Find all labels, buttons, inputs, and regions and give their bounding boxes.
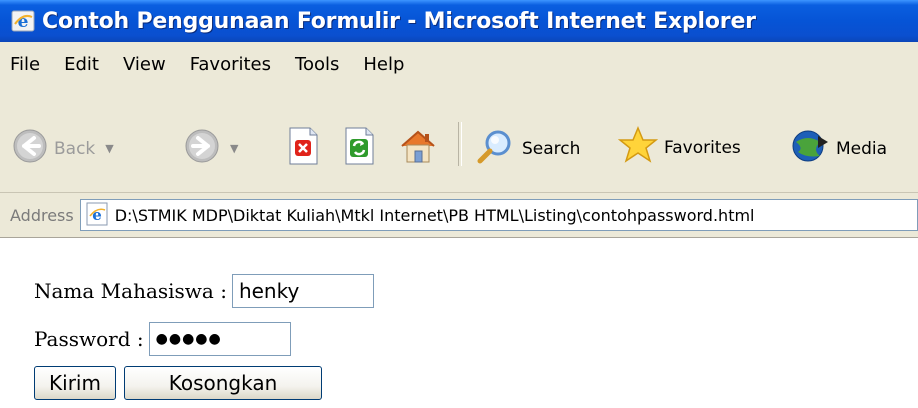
name-row: Nama Mahasiswa : henky [34, 270, 374, 312]
back-button[interactable]: Back ▼ [12, 128, 114, 169]
home-icon [398, 126, 438, 171]
buttons-row: Kirim Kosongkan [34, 362, 374, 404]
favorites-star-icon [617, 126, 659, 169]
title-bar[interactable]: e Contoh Penggunaan Formulir - Microsoft… [0, 0, 918, 42]
search-icon [476, 128, 516, 169]
forward-dropdown-arrow-icon[interactable]: ▼ [230, 142, 238, 155]
forward-button[interactable]: ▼ [184, 128, 238, 169]
menu-help[interactable]: Help [351, 54, 416, 75]
menu-view[interactable]: View [111, 54, 178, 75]
search-button[interactable]: Search [476, 128, 580, 169]
toolbar-separator [458, 122, 462, 166]
menu-edit[interactable]: Edit [52, 54, 111, 75]
favorites-button[interactable]: Favorites [617, 126, 741, 169]
address-bar: Address e D:\STMIK MDP\Diktat Kuliah\Mtk… [0, 193, 918, 238]
page-icon: e [85, 202, 111, 228]
password-label: Password : [34, 327, 144, 351]
address-input[interactable]: e D:\STMIK MDP\Diktat Kuliah\Mtkl Intern… [79, 199, 918, 231]
refresh-button[interactable] [342, 126, 376, 171]
forward-arrow-icon [184, 128, 220, 169]
media-icon [790, 128, 830, 169]
menu-file[interactable]: File [0, 54, 52, 75]
address-url: D:\STMIK MDP\Diktat Kuliah\Mtkl Internet… [114, 205, 755, 225]
menu-favorites[interactable]: Favorites [178, 54, 283, 75]
menu-bar: File Edit View Favorites Tools Help [0, 42, 918, 87]
form-content: Nama Mahasiswa : henky Password : ●●●●● … [34, 270, 374, 404]
standard-toolbar: Back ▼ ▼ Search Favorites Media [0, 86, 918, 193]
ie-window-icon: e [10, 8, 36, 34]
window-title: Contoh Penggunaan Formulir - Microsoft I… [42, 8, 756, 34]
back-dropdown-arrow-icon[interactable]: ▼ [105, 142, 113, 155]
favorites-label: Favorites [664, 137, 741, 158]
back-label: Back [54, 138, 96, 159]
name-input[interactable]: henky [231, 274, 374, 308]
media-label: Media [836, 138, 888, 159]
stop-icon [286, 126, 320, 171]
search-label: Search [522, 138, 581, 159]
address-label: Address [10, 205, 74, 225]
password-input[interactable]: ●●●●● [148, 322, 291, 356]
home-button[interactable] [398, 126, 438, 171]
back-arrow-icon [12, 128, 48, 169]
media-button[interactable]: Media [790, 128, 887, 169]
refresh-icon [342, 126, 376, 171]
password-row: Password : ●●●●● [34, 318, 374, 360]
reset-button[interactable]: Kosongkan [124, 366, 322, 400]
menu-tools[interactable]: Tools [283, 54, 351, 75]
submit-button[interactable]: Kirim [34, 366, 116, 400]
stop-button[interactable] [286, 126, 320, 171]
name-label: Nama Mahasiswa : [34, 279, 227, 303]
